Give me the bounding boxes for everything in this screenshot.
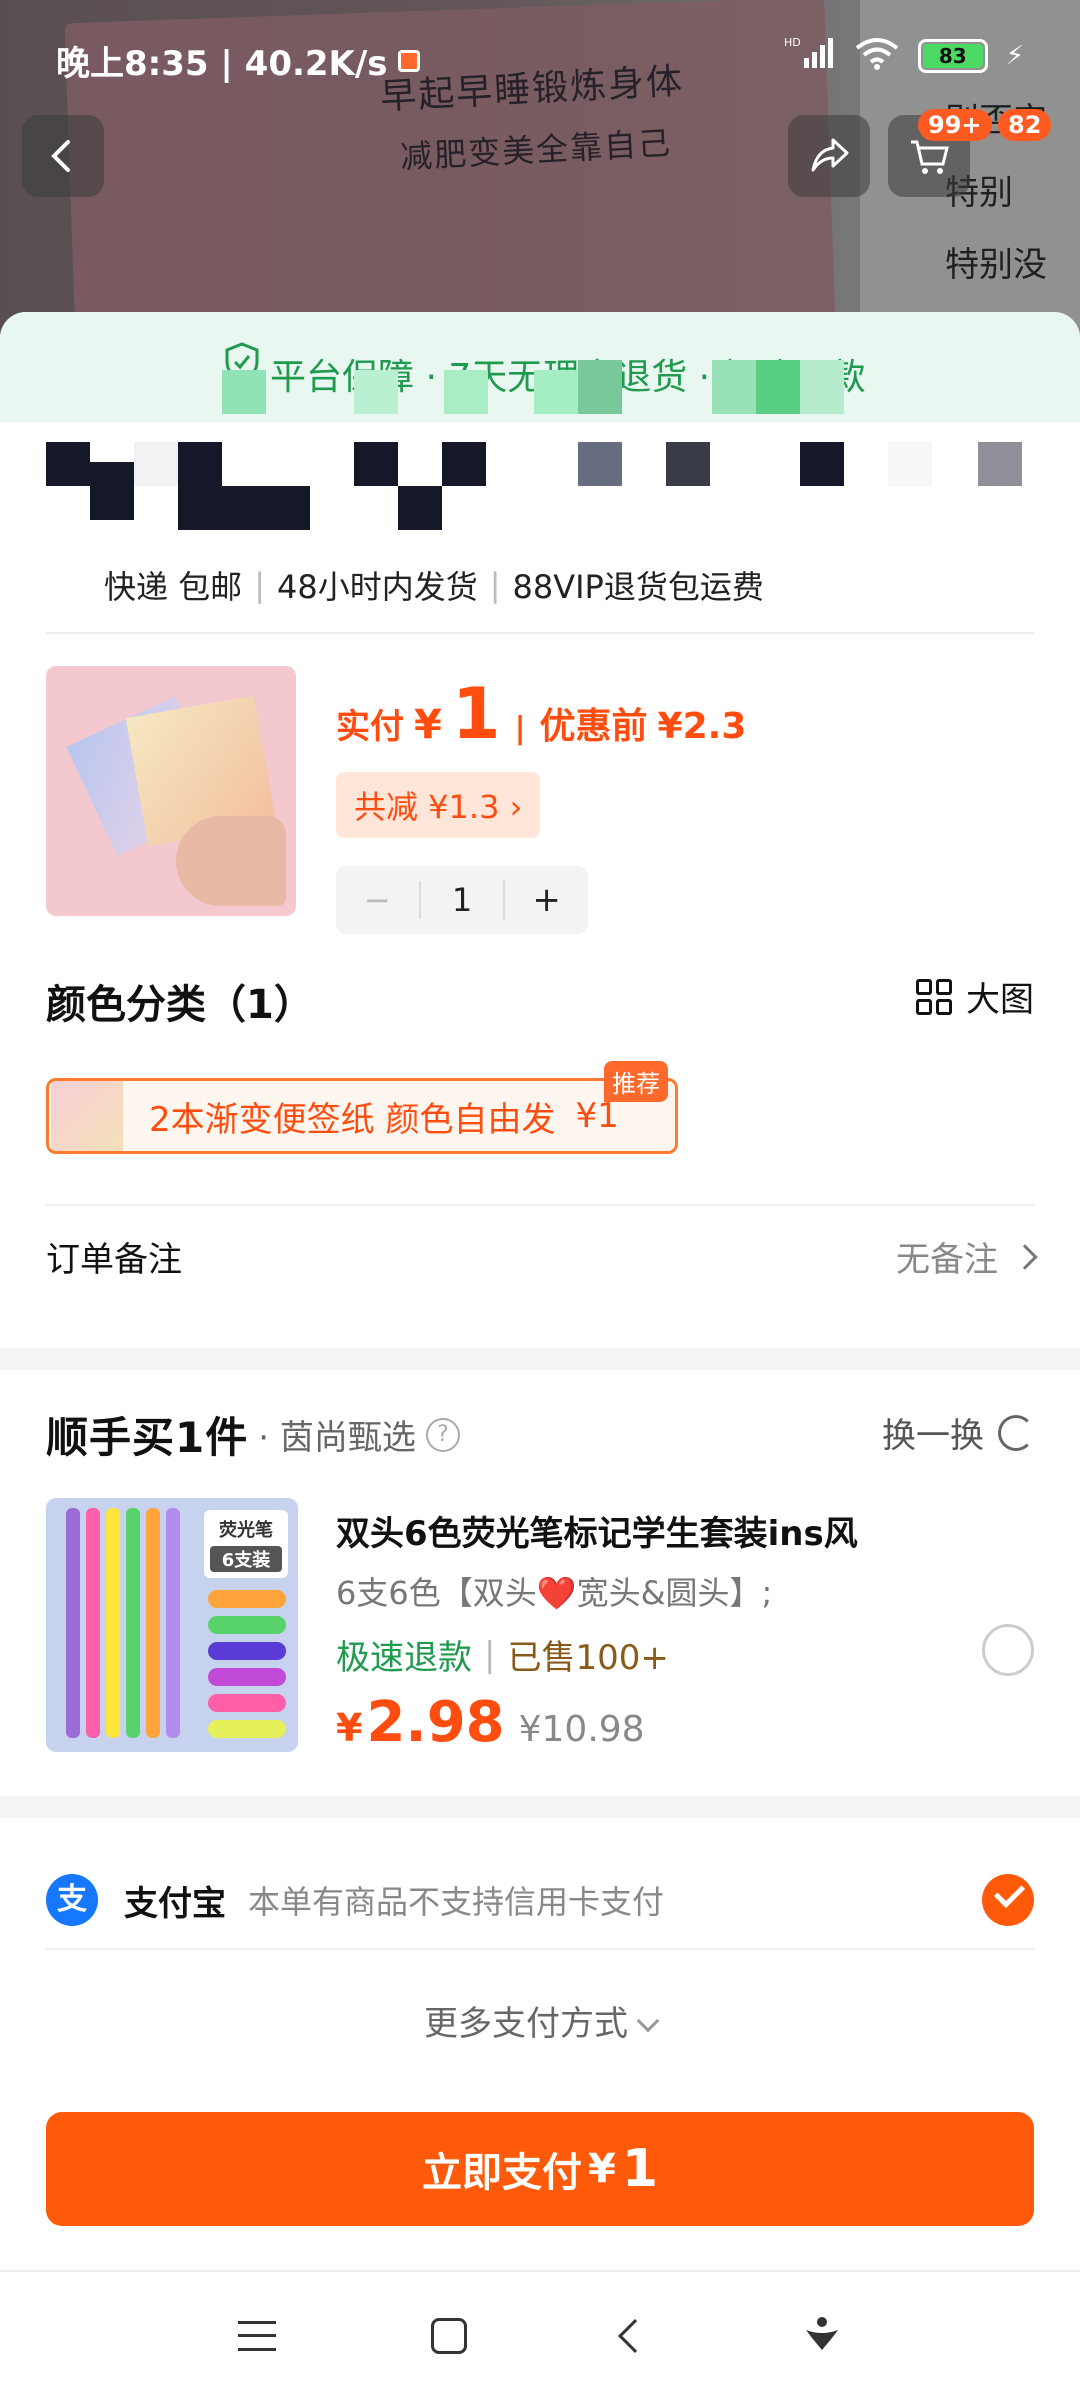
share-button[interactable] [788, 115, 870, 197]
order-note-label: 订单备注 [46, 1240, 182, 1280]
more-payment-methods[interactable]: 更多支付方式 [0, 1996, 1080, 2045]
fast-refund-tag: 极速退款 [336, 1638, 472, 1678]
accessibility-icon[interactable] [802, 2314, 842, 2358]
swap-label: 换一换 [882, 1416, 984, 1456]
refresh-icon [998, 1414, 1034, 1451]
offer-thumbnail[interactable]: 荧光笔 6支装 [46, 1498, 298, 1752]
shipping-item-2: 48小时内发货 [276, 568, 478, 606]
message-badge: 82 [998, 109, 1052, 141]
hd-signal-icon: HD [784, 36, 836, 76]
section-gap [0, 1348, 1080, 1370]
offer-thumb-label: 荧光笔 6支装 [204, 1510, 288, 1578]
help-icon[interactable]: ? [425, 1417, 460, 1452]
order-note-row[interactable]: 订单备注 无备注 [46, 1232, 1038, 1281]
pay-currency: ¥ [414, 702, 442, 748]
pay-now-amount: 1 [621, 2139, 659, 2199]
order-sheet: 平台保障 · 7天无理由退货 · 极速退款 快递 包邮 | 48小时内发货 | … [0, 312, 1080, 2400]
payment-note: 本单有商品不支持信用卡支付 [248, 1883, 665, 1921]
more-payment-label: 更多支付方式 [424, 2004, 628, 2044]
order-note-value-wrap: 无备注 [896, 1232, 1038, 1281]
variant-name: 2本渐变便签纸 颜色自由发 [149, 1099, 556, 1140]
selected-check-icon[interactable] [982, 1874, 1034, 1926]
decrease-button[interactable]: − [336, 881, 421, 919]
order-note-value: 无备注 [896, 1240, 998, 1280]
chevron-right-icon [1012, 1243, 1038, 1270]
pay-label: 实付 [336, 707, 404, 747]
color-category-title: 颜色分类（1） [46, 982, 314, 1028]
big-picture-toggle[interactable]: 大图 [916, 972, 1034, 1021]
grid-icon [916, 978, 952, 1015]
status-left: 晚上8:35 | 40.2K/s [56, 36, 420, 85]
shipping-item-3: 88VIP退货包运费 [512, 568, 764, 606]
status-right: HD 83 ⚡ [784, 36, 1024, 76]
pay-now-currency: ¥ [587, 2146, 616, 2192]
censor-mosaic [0, 312, 1080, 530]
increase-button[interactable]: + [503, 880, 588, 920]
back-button[interactable] [22, 115, 104, 197]
buy-one-logo: 顺手买1件 [46, 1413, 249, 1462]
offer-tags: 极速退款 | 已售100+ [336, 1630, 669, 1679]
recording-icon [397, 49, 420, 72]
offer-select-radio[interactable] [982, 1624, 1034, 1676]
system-navigation-bar [0, 2270, 1080, 2400]
offer-price: ¥2.98 ¥10.98 [336, 1690, 645, 1755]
share-icon [811, 138, 849, 172]
big-picture-label: 大图 [966, 980, 1034, 1020]
variant-price: ¥1 [575, 1096, 619, 1136]
recommend-tag: 推荐 [604, 1061, 668, 1102]
status-bar: 晚上8:35 | 40.2K/s HD 83 ⚡ [0, 0, 1080, 120]
shop-name: · 茵尚甄选 [258, 1418, 416, 1458]
wifi-icon [854, 36, 900, 76]
section-gap [0, 1796, 1080, 1818]
svg-text:HD: HD [784, 36, 801, 49]
sold-count: 已售100+ [507, 1638, 669, 1678]
status-time: 晚上8:35 | 40.2K/s [56, 44, 388, 84]
battery-icon: 83 [917, 39, 988, 73]
offer-spec: 6支6色【双头❤️宽头&圆头】; [336, 1574, 773, 1612]
payment-method-row[interactable]: 支 支付宝 本单有商品不支持信用卡支付 [46, 1874, 1034, 1926]
discount-chip[interactable]: 共减 ¥1.3 › [336, 772, 541, 838]
menu-icon[interactable] [237, 2321, 276, 2351]
home-icon[interactable] [431, 2318, 468, 2354]
charging-icon: ⚡ [1005, 41, 1024, 71]
pay-now-button[interactable]: 立即支付 ¥ 1 [46, 2112, 1034, 2226]
offer-title[interactable]: 双头6色荧光笔标记学生套装ins风 [336, 1506, 858, 1555]
shipping-info: 快递 包邮 | 48小时内发货 | 88VIP退货包运费 [104, 562, 764, 608]
offer-price-value: 2.98 [366, 1690, 505, 1755]
cart-button[interactable]: 99+ [888, 109, 992, 197]
pay-price: 实付 ¥ 1 | 优惠前 ¥2.3 [336, 673, 747, 755]
back-arrow-icon [51, 140, 70, 172]
chevron-down-icon [636, 2009, 660, 2033]
buy-one-header: 顺手买1件 · 茵尚甄选 ? [46, 1404, 460, 1465]
cart-badge: 99+ [918, 109, 992, 141]
message-button[interactable]: 82 [990, 109, 1060, 197]
variant-thumbnail [51, 1081, 123, 1151]
swap-button[interactable]: 换一换 [882, 1408, 1034, 1457]
offer-currency: ¥ [336, 1706, 363, 1750]
divider [46, 632, 1034, 634]
quantity-stepper: − 1 + [336, 866, 588, 934]
divider [46, 1948, 1034, 1950]
before-label: 优惠前 [539, 706, 648, 747]
variant-option-selected[interactable]: 2本渐变便签纸 颜色自由发 ¥1 [46, 1078, 678, 1154]
product-row: 实付 ¥ 1 | 优惠前 ¥2.3 共减 ¥1.3 › − 1 + [46, 666, 1036, 934]
payment-method-name: 支付宝 [124, 1883, 226, 1924]
before-price: ¥2.3 [657, 706, 747, 747]
product-thumbnail[interactable] [46, 666, 296, 916]
pay-now-label: 立即支付 [421, 2150, 582, 2196]
battery-level: 83 [922, 44, 983, 68]
divider [46, 1204, 1034, 1206]
back-nav-icon[interactable] [617, 2319, 652, 2353]
pay-amount: 1 [451, 673, 501, 755]
offer-original-price: ¥10.98 [518, 1709, 645, 1750]
shipping-item-1: 快递 包邮 [104, 568, 243, 606]
quantity-value[interactable]: 1 [421, 881, 504, 919]
alipay-icon: 支 [46, 1874, 98, 1926]
